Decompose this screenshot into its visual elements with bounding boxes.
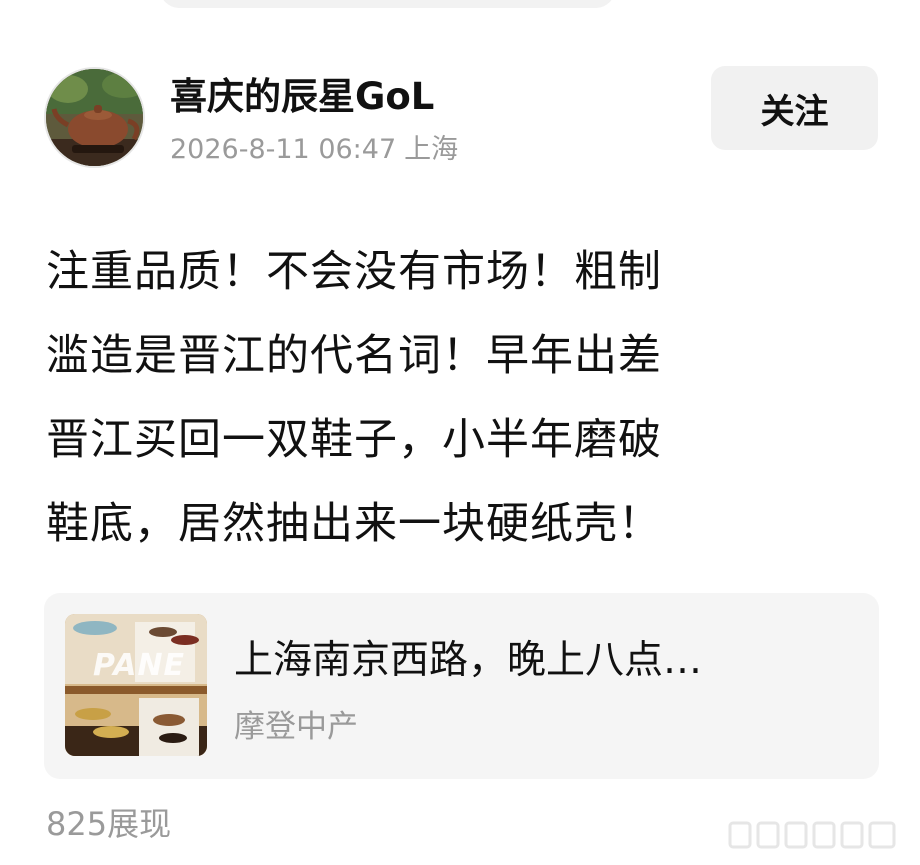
follow-button[interactable]: 关注 [711,66,878,150]
post-detail-page: 喜庆的辰星GoL 2026-8-11 06:47 上海 关注 注重品质！不会没有市… [0,0,920,865]
post-body-line: 滥造是晋江的代名词！早年出差 [46,331,662,381]
post-location: 上海 [404,134,459,165]
link-card-thumbnail: PANE [65,614,207,756]
post-date: 2026-8-11 06:47 [170,134,397,165]
author-name[interactable]: 喜庆的辰星GoL [170,72,434,122]
view-count: 825展现 [46,805,172,843]
top-search-bar[interactable] [160,0,615,8]
link-card-source: 摩登中产 [234,709,358,745]
link-card-title: 上海南京西路，晚上八点… [234,638,703,683]
post-body-line: 晋江买回一双鞋子，小半年磨破 [46,415,662,465]
post-meta: 2026-8-11 06:47 上海 [170,130,458,170]
post-body: 注重品质！不会没有市场！粗制 滥造是晋江的代名词！早年出差 晋江买回一双鞋子，小… [46,230,876,566]
watermark-logo [728,821,896,849]
avatar[interactable] [44,67,145,168]
teapot-avatar-icon [46,69,143,166]
post-body-line: 鞋底，居然抽出来一块硬纸壳！ [46,499,662,549]
thumbnail-watermark-text: PANE [93,648,186,683]
shoe-store-thumbnail-icon [65,614,207,756]
link-card[interactable]: PANE 上海南京西路，晚上八点… 摩登中产 [44,593,879,779]
post-body-line: 注重品质！不会没有市场！粗制 [46,247,662,297]
